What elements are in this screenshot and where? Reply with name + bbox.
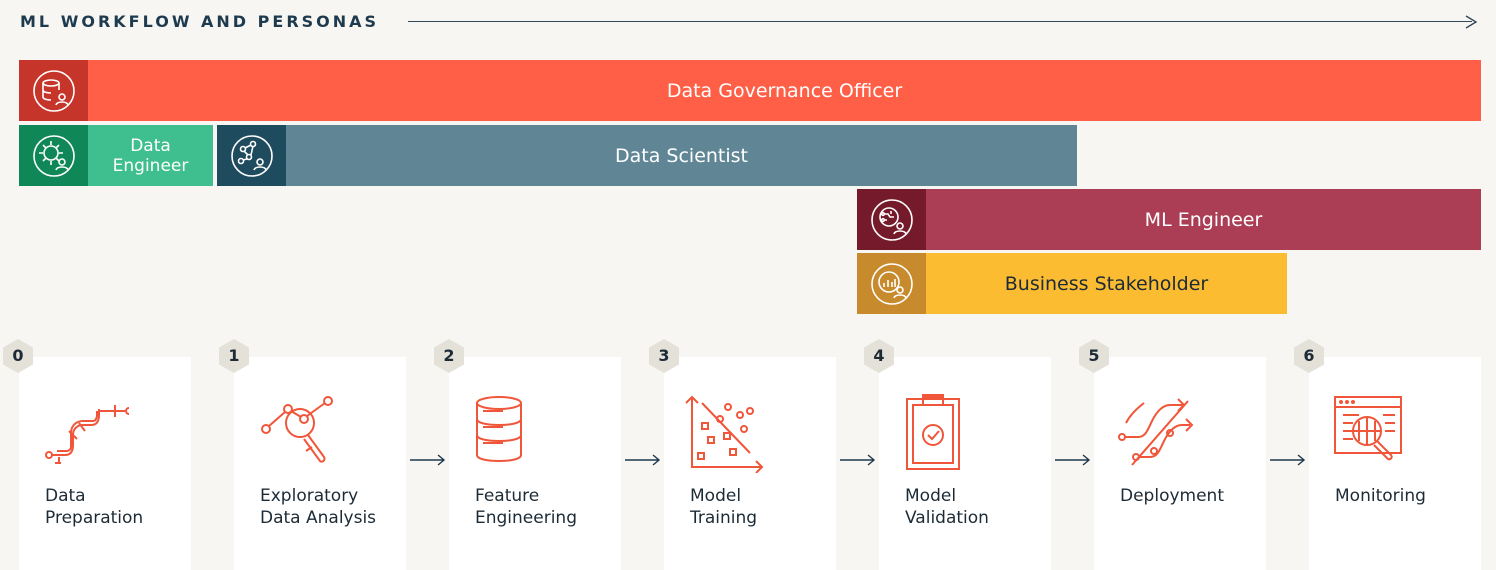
flow-arrow-3-4 <box>840 454 876 466</box>
step-number-text: 6 <box>1303 346 1315 365</box>
flow-arrow-4-5 <box>1055 454 1091 466</box>
clipboard-check-icon <box>906 394 960 470</box>
step-number-text: 1 <box>228 346 240 365</box>
persona-label: Data Scientist <box>615 144 748 167</box>
persona-business-stakeholder: Business Stakeholder <box>857 253 1287 314</box>
step-card-monitoring: Monitoring <box>1309 357 1481 570</box>
persona-label: Data Engineer <box>112 135 189 176</box>
step-label: Model Validation <box>905 486 989 528</box>
database-user-icon <box>19 60 88 121</box>
step-card-feature-engineering: Feature Engineering <box>449 357 621 570</box>
step-number: 4 <box>861 338 897 374</box>
persona-data-governance-officer: Data Governance Officer <box>19 60 1481 121</box>
step-number: 0 <box>0 338 36 374</box>
persona-label: ML Engineer <box>1144 208 1263 231</box>
step-number-text: 2 <box>443 346 455 365</box>
title-arrow-head <box>1465 15 1478 29</box>
step-card-model-validation: Model Validation <box>879 357 1051 570</box>
persona-data-scientist: Data Scientist <box>217 125 1077 186</box>
chart-user-icon <box>857 253 926 314</box>
step-card-deployment: Deployment <box>1094 357 1266 570</box>
step-number: 6 <box>1291 338 1327 374</box>
flow-arrow-5-6 <box>1270 454 1306 466</box>
persona-label: Business Stakeholder <box>1004 272 1209 295</box>
scatter-plot-icon <box>685 395 764 473</box>
step-number: 5 <box>1076 338 1112 374</box>
pipeline-icon <box>45 405 129 464</box>
step-number: 3 <box>646 338 682 374</box>
step-label: Feature Engineering <box>475 486 577 528</box>
step-card-model-training: Model Training <box>664 357 836 570</box>
flow-arrow-1-2 <box>410 454 446 466</box>
circuit-user-icon <box>857 189 926 250</box>
flow-arrow-2-3 <box>625 454 661 466</box>
step-number-text: 3 <box>658 346 670 365</box>
persona-data-engineer: Data Engineer <box>19 125 213 186</box>
gear-user-icon <box>19 125 88 186</box>
step-card-data-preparation: Data Preparation <box>19 357 191 570</box>
deploy-arrows-icon <box>1118 398 1194 466</box>
step-label: Model Training <box>690 486 758 528</box>
diagram-title: ML WORKFLOW AND PERSONAS <box>20 12 380 31</box>
step-label: Monitoring <box>1335 486 1426 506</box>
step-number: 2 <box>431 338 467 374</box>
persona-label: Data Governance Officer <box>666 79 903 102</box>
step-label: Deployment <box>1120 486 1224 506</box>
title-arrow-line <box>408 21 1472 22</box>
step-number: 1 <box>216 338 252 374</box>
network-user-icon <box>217 125 286 186</box>
step-number-text: 4 <box>873 346 885 365</box>
magnifier-graph-icon <box>261 396 333 463</box>
persona-ml-engineer: ML Engineer <box>857 189 1481 250</box>
step-number-text: 5 <box>1088 346 1100 365</box>
step-number-text: 0 <box>12 346 24 365</box>
database-icon <box>476 396 522 463</box>
step-card-exploratory-data-analysis: Exploratory Data Analysis <box>234 357 406 570</box>
step-label: Data Preparation <box>45 486 144 528</box>
step-label: Exploratory Data Analysis <box>260 486 377 528</box>
monitor-search-icon <box>1334 396 1402 461</box>
